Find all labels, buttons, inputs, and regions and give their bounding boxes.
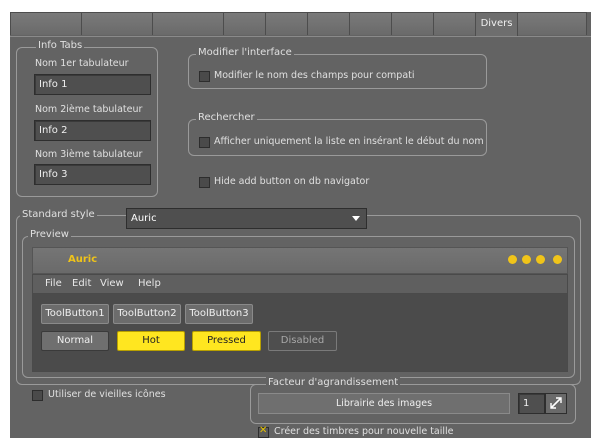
tab-4[interactable] — [223, 12, 266, 35]
spinner-arrows-icon — [550, 397, 562, 409]
tab-8[interactable] — [391, 12, 434, 35]
tab-2[interactable] — [81, 12, 153, 35]
tab2-name-label: Nom 2ième tabulateur — [35, 104, 143, 115]
tab-content: Info Tabs Nom 1er tabulateur Info 1 Nom … — [10, 36, 591, 438]
preview-title: Preview — [28, 229, 71, 240]
tab-5[interactable] — [265, 12, 308, 35]
toolbutton-1[interactable]: ToolButton1 — [41, 304, 109, 324]
tab-bar: Divers — [10, 12, 591, 37]
modifier-title: Modifier l'interface — [196, 47, 294, 58]
tab3-name-label: Nom 3ième tabulateur — [35, 149, 143, 160]
modifier-checkbox-label: Modifier le nom des champs pour compati — [214, 70, 415, 81]
help-icon[interactable] — [508, 255, 517, 264]
zoom-spinner[interactable] — [545, 393, 567, 414]
preview-titlebar: Auric — [32, 247, 568, 274]
maximize-icon[interactable] — [536, 255, 545, 264]
old-icons-label: Utiliser de vieilles icônes — [48, 389, 166, 400]
stamps-checkbox[interactable] — [258, 425, 269, 438]
tab3-name-field[interactable]: Info 3 — [34, 164, 151, 185]
tab1-name-label: Nom 1er tabulateur — [35, 58, 129, 69]
stamps-label: Créer des timbres pour nouvelle taille — [274, 426, 454, 437]
settings-window: Divers Info Tabs Nom 1er tabulateur Info… — [10, 12, 591, 438]
standard-style-value: Auric — [131, 213, 157, 224]
old-icons-checkbox[interactable] — [32, 390, 43, 401]
modifier-checkbox[interactable] — [199, 71, 210, 82]
chevron-down-icon[interactable] — [352, 216, 360, 221]
menu-file[interactable]: File — [45, 278, 62, 289]
tab-9[interactable] — [433, 12, 476, 35]
image-library-button[interactable]: Librairie des images — [258, 393, 510, 414]
tab-7[interactable] — [349, 12, 392, 35]
minimize-icon[interactable] — [522, 255, 531, 264]
hide-add-label: Hide add button on db navigator — [214, 176, 370, 187]
preview-window-title: Auric — [68, 254, 98, 265]
tab-3[interactable] — [152, 12, 224, 35]
tab-1[interactable] — [10, 12, 82, 35]
close-icon[interactable] — [553, 255, 562, 264]
standard-style-combo[interactable]: Auric — [126, 208, 367, 229]
preview-menubar: File Edit View Help — [33, 275, 567, 294]
toolbutton-3[interactable]: ToolButton3 — [185, 304, 253, 324]
zoom-value-field[interactable]: 1 — [518, 393, 545, 414]
tab1-name-field[interactable]: Info 1 — [34, 74, 151, 95]
hot-button[interactable]: Hot — [117, 331, 185, 351]
tab2-name-field[interactable]: Info 2 — [34, 120, 151, 141]
menu-edit[interactable]: Edit — [72, 278, 91, 289]
rechercher-title: Rechercher — [196, 112, 257, 123]
tab-11[interactable] — [517, 12, 587, 35]
standard-style-label: Standard style — [20, 209, 97, 220]
preview-client: File Edit View Help ToolButton1 ToolButt… — [32, 274, 568, 372]
pressed-button[interactable]: Pressed — [192, 331, 261, 351]
hide-add-checkbox[interactable] — [199, 177, 210, 188]
rechercher-checkbox-label: Afficher uniquement la liste en insérant… — [214, 136, 484, 147]
rechercher-checkbox[interactable] — [199, 137, 210, 148]
toolbutton-2[interactable]: ToolButton2 — [113, 304, 181, 324]
normal-button[interactable]: Normal — [41, 331, 109, 351]
menu-view[interactable]: View — [100, 278, 124, 289]
disabled-button: Disabled — [268, 331, 337, 351]
tab-6[interactable] — [307, 12, 350, 35]
tab-divers[interactable]: Divers — [475, 12, 518, 37]
menu-help[interactable]: Help — [138, 278, 161, 289]
zoom-title: Facteur d'agrandissement — [266, 377, 401, 388]
info-tabs-title: Info Tabs — [36, 40, 85, 51]
